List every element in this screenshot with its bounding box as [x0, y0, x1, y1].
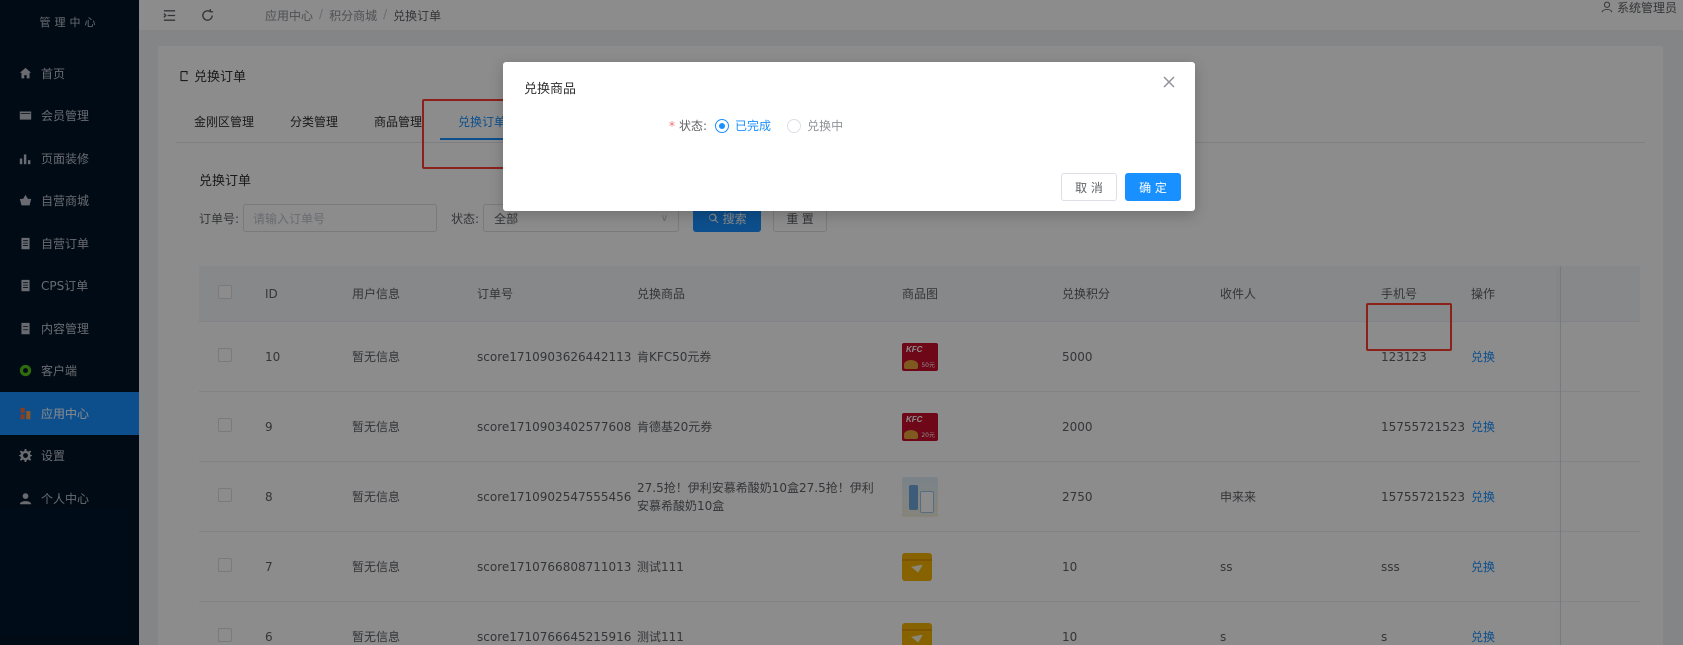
modal-footer: 取 消 确 定: [1061, 173, 1181, 201]
status-form-label: 状态:: [679, 119, 708, 133]
modal-title: 兑换商品: [524, 82, 577, 97]
required-mark: *: [669, 118, 675, 133]
radio-completed[interactable]: 已完成: [715, 117, 771, 134]
close-button[interactable]: [1163, 76, 1177, 90]
cancel-button[interactable]: 取 消: [1061, 173, 1117, 201]
radio-exchanging[interactable]: 兑换中: [787, 117, 843, 134]
exchange-modal: 兑换商品 * 状态: 已完成 兑换中 取 消 确 定: [503, 62, 1195, 211]
radio-label: 已完成: [735, 119, 772, 133]
radio-circle: [715, 118, 730, 133]
confirm-button[interactable]: 确 定: [1125, 173, 1181, 201]
close-icon: [1163, 76, 1175, 88]
radio-circle: [787, 118, 802, 133]
status-form-row: * 状态: 已完成 兑换中: [669, 117, 859, 134]
radio-label: 兑换中: [807, 119, 844, 133]
